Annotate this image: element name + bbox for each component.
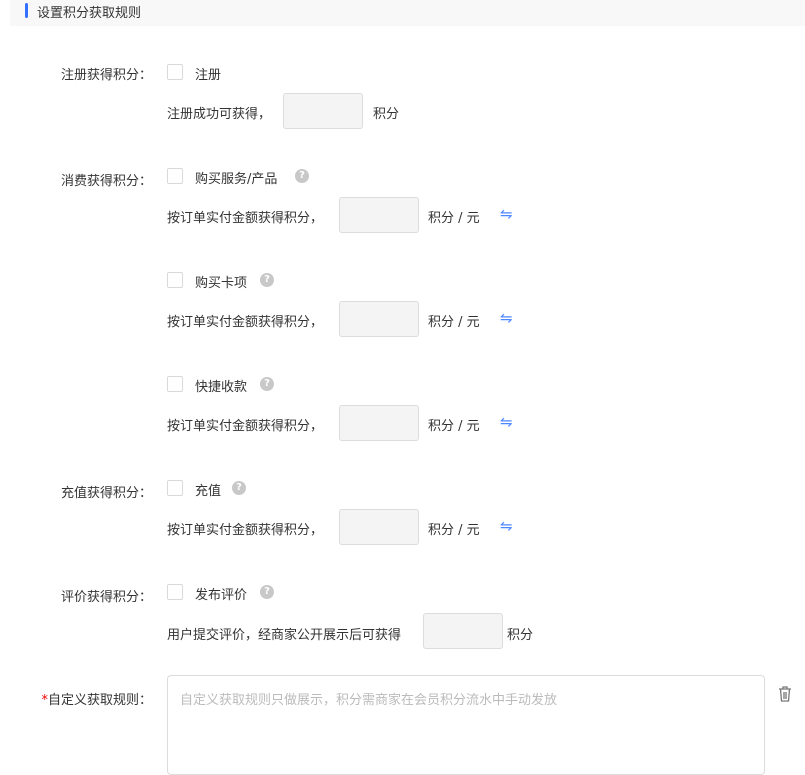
- section-title: 设置积分获取规则: [37, 6, 142, 21]
- buy-service-checkbox[interactable]: [167, 168, 183, 184]
- custom-rule-label: *自定义获取规则：: [0, 689, 152, 708]
- recharge-unit: 积分 / 元: [428, 523, 480, 538]
- help-icon[interactable]: ?: [260, 273, 274, 287]
- custom-rule-textarea[interactable]: [167, 675, 765, 775]
- recharge-points-input[interactable]: [339, 509, 419, 545]
- register-points-input[interactable]: [283, 93, 363, 129]
- review-prefix: 用户提交评价，经商家公开展示后可获得: [167, 628, 402, 643]
- recharge-prefix: 按订单实付金额获得积分，: [167, 523, 324, 538]
- quick-pay-unit: 积分 / 元: [428, 419, 480, 434]
- swap-icon[interactable]: ⇋: [500, 309, 513, 327]
- quick-pay-points-input[interactable]: [339, 405, 419, 441]
- quick-pay-prefix: 按订单实付金额获得积分，: [167, 419, 324, 434]
- buy-card-unit: 积分 / 元: [428, 315, 480, 330]
- buy-card-prefix: 按订单实付金额获得积分，: [167, 315, 324, 330]
- register-unit: 积分: [373, 107, 400, 122]
- quick-pay-label: 快捷收款: [195, 380, 248, 395]
- section-accent-bar: [25, 3, 28, 18]
- recharge-checkbox[interactable]: [167, 480, 183, 496]
- buy-service-label: 购买服务/产品: [195, 172, 278, 187]
- buy-card-points-input[interactable]: [339, 301, 419, 337]
- swap-icon[interactable]: ⇋: [500, 413, 513, 431]
- review-checkbox[interactable]: [167, 584, 183, 600]
- quick-pay-checkbox[interactable]: [167, 376, 183, 392]
- register-option-label: 注册: [195, 68, 222, 83]
- register-label: 注册获得积分：: [60, 68, 152, 83]
- buy-service-prefix: 按订单实付金额获得积分，: [167, 211, 324, 226]
- review-unit: 积分: [507, 628, 534, 643]
- help-icon[interactable]: ?: [260, 585, 274, 599]
- buy-service-unit: 积分 / 元: [428, 211, 480, 226]
- swap-icon[interactable]: ⇋: [500, 517, 513, 535]
- review-points-input[interactable]: [423, 613, 503, 649]
- help-icon[interactable]: ?: [295, 169, 309, 183]
- help-icon[interactable]: ?: [232, 481, 246, 495]
- recharge-option-label: 充值: [195, 484, 222, 499]
- buy-card-checkbox[interactable]: [167, 272, 183, 288]
- swap-icon[interactable]: ⇋: [500, 205, 513, 223]
- buy-card-label: 购买卡项: [195, 276, 248, 291]
- custom-rule-label-text: 自定义获取规则：: [47, 693, 152, 708]
- help-icon[interactable]: ?: [260, 377, 274, 391]
- register-prefix: 注册成功可获得，: [167, 107, 272, 122]
- review-option-label: 发布评价: [195, 588, 248, 603]
- trash-icon[interactable]: [778, 686, 792, 706]
- register-checkbox[interactable]: [167, 64, 183, 80]
- buy-service-points-input[interactable]: [339, 197, 419, 233]
- review-label: 评价获得积分：: [60, 590, 152, 605]
- consume-label: 消费获得积分：: [60, 174, 152, 189]
- recharge-label: 充值获得积分：: [60, 486, 152, 501]
